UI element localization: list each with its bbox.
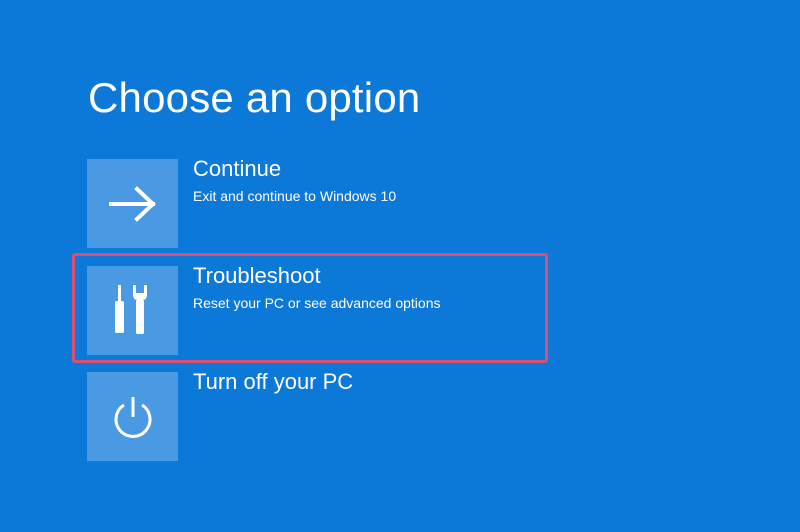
- continue-description: Exit and continue to Windows 10: [193, 188, 397, 204]
- troubleshoot-option[interactable]: Troubleshoot Reset your PC or see advanc…: [87, 263, 547, 356]
- troubleshoot-tile[interactable]: [87, 266, 178, 355]
- continue-tile[interactable]: [87, 159, 178, 248]
- continue-option[interactable]: Continue Exit and continue to Windows 10: [87, 156, 547, 249]
- recovery-screen: Choose an option Continue Exit and conti…: [0, 0, 800, 532]
- turn-off-option[interactable]: Turn off your PC: [87, 369, 547, 462]
- continue-text: Continue Exit and continue to Windows 10: [193, 156, 533, 205]
- turn-off-title: Turn off your PC: [193, 369, 354, 394]
- troubleshoot-description: Reset your PC or see advanced options: [193, 295, 441, 311]
- turn-off-tile[interactable]: [87, 372, 178, 461]
- power-icon: [114, 396, 151, 438]
- page-title: Choose an option: [88, 74, 421, 121]
- arrow-right-icon: [108, 185, 156, 222]
- continue-title: Continue: [193, 156, 282, 181]
- troubleshoot-text: Troubleshoot Reset your PC or see advanc…: [193, 263, 533, 312]
- tools-icon: [114, 284, 147, 334]
- troubleshoot-title: Troubleshoot: [193, 263, 321, 288]
- turn-off-text: Turn off your PC: [193, 369, 533, 394]
